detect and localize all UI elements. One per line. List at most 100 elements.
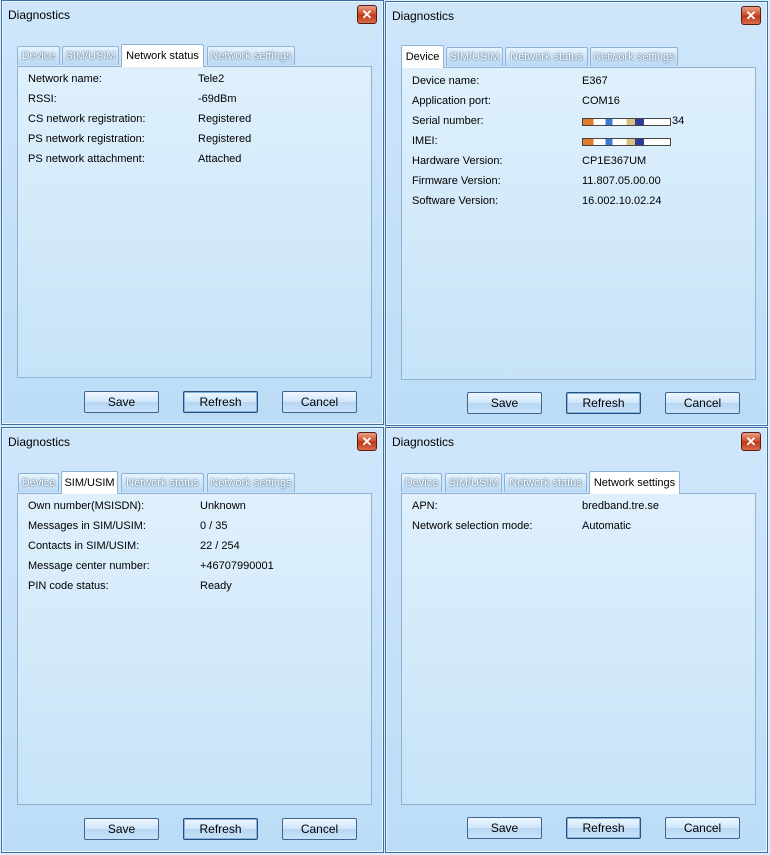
row-label: Network selection mode: — [412, 520, 533, 532]
tab-network-settings[interactable]: Network settings — [590, 47, 678, 66]
info-row: Firmware Version: 11.807.05.00.00 — [402, 175, 752, 189]
cancel-button[interactable]: Cancel — [665, 392, 740, 414]
tab-device[interactable]: Device — [18, 473, 59, 492]
row-value: Ready — [200, 580, 232, 592]
row-label: Software Version: — [412, 195, 499, 207]
save-button[interactable]: Save — [467, 392, 542, 414]
row-value: 22 / 254 — [200, 540, 240, 552]
row-label: Hardware Version: — [412, 155, 503, 167]
tab-network-settings[interactable]: Network settings — [207, 473, 295, 492]
cancel-button[interactable]: Cancel — [665, 817, 740, 839]
row-value: CP1E367UM — [582, 155, 647, 167]
row-label: PIN code status: — [28, 580, 109, 592]
save-button[interactable]: Save — [84, 818, 159, 840]
window-title: Diagnostics — [392, 435, 455, 449]
tab-network-settings[interactable]: Network settings — [589, 471, 680, 494]
row-label: IMEI: — [412, 135, 438, 147]
title-bar[interactable]: Diagnostics ✕ — [2, 428, 383, 454]
info-row: IMEI: — [402, 135, 752, 149]
row-label: Device name: — [412, 75, 480, 87]
row-value: 0 / 35 — [200, 520, 228, 532]
row-label: Network name: — [28, 73, 102, 85]
row-label: Own number(MSISDN): — [28, 500, 145, 512]
window-title: Diagnostics — [392, 9, 455, 23]
device-panel: Device name: E367 Application port: COM1… — [401, 67, 756, 380]
tab-device[interactable]: Device — [17, 46, 60, 65]
row-value: Automatic — [582, 520, 631, 532]
row-value: 16.002.10.02.24 — [582, 195, 662, 207]
info-row: Messages in SIM/USIM: 0 / 35 — [18, 520, 368, 534]
row-label: Firmware Version: — [412, 175, 501, 187]
tab-sim-usim[interactable]: SIM/USIM — [446, 47, 503, 66]
row-label: Serial number: — [412, 115, 484, 127]
row-value: bredband.tre.se — [582, 500, 660, 512]
info-row: PS network attachment: Attached — [18, 153, 368, 167]
cancel-button[interactable]: Cancel — [282, 818, 357, 840]
info-row: RSSI: -69dBm — [18, 93, 368, 107]
info-row: CS network registration: Registered — [18, 113, 368, 127]
row-value: Attached — [198, 153, 242, 165]
info-row: Application port: COM16 — [402, 95, 752, 109]
tab-sim-usim[interactable]: SIM/USIM — [62, 46, 119, 65]
row-label: PS network registration: — [28, 133, 145, 145]
sim-usim-panel: Own number(MSISDN): Unknown Messages in … — [17, 493, 372, 805]
redacted-imei — [582, 138, 671, 146]
tab-device[interactable]: Device — [401, 45, 444, 68]
cancel-button[interactable]: Cancel — [282, 391, 357, 413]
row-label: Message center number: — [28, 560, 150, 572]
tab-network-settings[interactable]: Network settings — [207, 46, 295, 65]
row-value: Tele2 — [198, 73, 225, 85]
diagnostics-dialog-network-settings: Diagnostics ✕ Device SIM/USIM Network st… — [385, 427, 768, 853]
close-icon[interactable]: ✕ — [357, 432, 377, 451]
refresh-button[interactable]: Refresh — [183, 818, 258, 840]
info-row: Device name: E367 — [402, 75, 752, 89]
row-value: 11.807.05.00.00 — [582, 175, 661, 187]
close-icon[interactable]: ✕ — [741, 432, 761, 451]
title-bar[interactable]: Diagnostics ✕ — [386, 428, 767, 454]
diagnostics-dialog-device: Diagnostics ✕ Device SIM/USIM Network st… — [385, 1, 768, 426]
row-value: 34 — [672, 115, 685, 127]
info-row: Message center number: +46707990001 — [18, 560, 368, 574]
network-status-panel: Network name: Tele2 RSSI: -69dBm CS netw… — [17, 66, 372, 378]
network-settings-panel: APN: bredband.tre.se Network selection m… — [401, 493, 756, 805]
row-label: CS network registration: — [28, 113, 146, 125]
tab-network-status[interactable]: Network status — [121, 44, 204, 67]
info-row: Contacts in SIM/USIM: 22 / 254 — [18, 540, 368, 554]
row-value: E367 — [582, 75, 608, 87]
close-icon[interactable]: ✕ — [357, 5, 377, 24]
window-title: Diagnostics — [8, 8, 71, 22]
refresh-button[interactable]: Refresh — [566, 392, 641, 414]
info-row: Own number(MSISDN): Unknown — [18, 500, 368, 514]
row-label: Contacts in SIM/USIM: — [28, 540, 140, 552]
redacted-serial — [582, 118, 671, 126]
row-value: Registered — [198, 113, 252, 125]
info-row: Software Version: 16.002.10.02.24 — [402, 195, 752, 209]
refresh-button[interactable]: Refresh — [566, 817, 641, 839]
row-label: Application port: — [412, 95, 491, 107]
row-label: PS network attachment: — [28, 153, 145, 165]
row-value: +46707990001 — [200, 560, 274, 572]
diagnostics-dialog-sim-usim: Diagnostics ✕ Device SIM/USIM Network st… — [1, 427, 384, 853]
info-row: PS network registration: Registered — [18, 133, 368, 147]
tab-device[interactable]: Device — [401, 473, 442, 492]
row-value: COM16 — [582, 95, 620, 107]
info-row: Hardware Version: CP1E367UM — [402, 155, 752, 169]
save-button[interactable]: Save — [84, 391, 159, 413]
row-label: Messages in SIM/USIM: — [28, 520, 146, 532]
tab-sim-usim[interactable]: SIM/USIM — [61, 471, 118, 494]
title-bar[interactable]: Diagnostics ✕ — [386, 2, 767, 28]
title-bar[interactable]: Diagnostics ✕ — [2, 1, 383, 27]
tab-sim-usim[interactable]: SIM/USIM — [445, 473, 502, 492]
tab-network-status[interactable]: Network status — [505, 47, 588, 66]
row-value: Unknown — [200, 500, 246, 512]
save-button[interactable]: Save — [467, 817, 542, 839]
row-value: Registered — [198, 133, 252, 145]
info-row: PIN code status: Ready — [18, 580, 368, 594]
tab-network-status[interactable]: Network status — [504, 473, 587, 492]
close-icon[interactable]: ✕ — [741, 6, 761, 25]
tab-network-status[interactable]: Network status — [121, 473, 204, 492]
window-title: Diagnostics — [8, 435, 71, 449]
row-label: APN: — [412, 500, 438, 512]
info-row: Network selection mode: Automatic — [402, 520, 752, 534]
refresh-button[interactable]: Refresh — [183, 391, 258, 413]
